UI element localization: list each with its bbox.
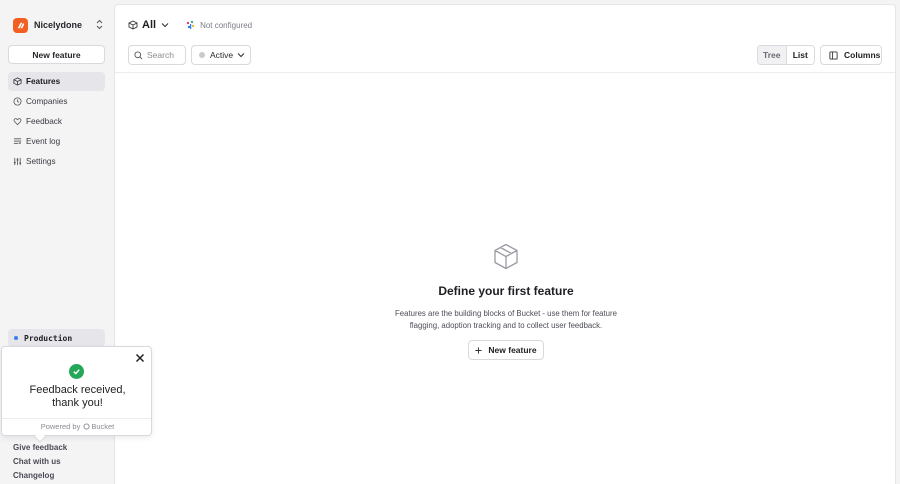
- list-icon: [13, 138, 22, 145]
- integration-icon: [186, 20, 195, 29]
- feedback-popup: Feedback received, thank you! Powered by…: [1, 346, 153, 443]
- new-feature-button[interactable]: New feature: [8, 45, 105, 64]
- chevron-updown-icon: [96, 19, 103, 30]
- bucket-logo-icon: [83, 423, 90, 430]
- tree-view-button[interactable]: Tree: [758, 46, 787, 64]
- columns-icon: [829, 50, 838, 60]
- org-name: Nicelydone: [34, 20, 83, 30]
- give-feedback-link[interactable]: Give feedback: [13, 441, 67, 455]
- clock-icon: [13, 97, 22, 106]
- search-icon: [134, 50, 143, 59]
- status-filter-label: Active: [210, 50, 234, 60]
- toolbar-divider: [115, 72, 895, 73]
- sidebar-item-feedback[interactable]: Feedback: [8, 112, 105, 131]
- environment-switcher[interactable]: Production: [8, 329, 105, 347]
- sidebar-nav: Features Companies Feedback Event log Se…: [8, 72, 105, 172]
- view-toggle: Tree List: [757, 45, 815, 65]
- status-dot: [199, 52, 205, 58]
- powered-by-brand: Bucket: [91, 422, 115, 431]
- config-status-label: Not configured: [200, 20, 253, 30]
- status-filter[interactable]: Active: [191, 45, 251, 65]
- empty-state: Define your first feature Features are t…: [115, 243, 897, 360]
- sidebar-item-label: Features: [26, 77, 61, 86]
- new-feature-cta-button[interactable]: New feature: [468, 340, 544, 360]
- environment-label: Production: [24, 333, 73, 343]
- search-box[interactable]: [128, 45, 186, 65]
- sidebar-item-label: Event log: [26, 137, 61, 146]
- chevron-down-icon: [161, 23, 169, 28]
- sidebar-item-event-log[interactable]: Event log: [8, 132, 105, 151]
- cube-icon: [128, 20, 138, 30]
- main-panel: All Not configured Active Tree List: [114, 4, 896, 484]
- cube-icon: [494, 243, 518, 270]
- new-feature-cta-label: New feature: [488, 345, 537, 355]
- check-icon: [69, 364, 84, 379]
- empty-state-title: Define your first feature: [438, 284, 574, 298]
- sidebar-item-label: Companies: [26, 97, 68, 106]
- feedback-confirmation-line1: Feedback received,: [29, 384, 126, 396]
- columns-label: Columns: [844, 50, 881, 60]
- sidebar-item-features[interactable]: Features: [8, 72, 105, 91]
- powered-by[interactable]: Powered by Bucket: [2, 422, 153, 431]
- toolbar: Active Tree List Columns: [115, 45, 895, 65]
- powered-by-prefix: Powered by: [40, 422, 81, 431]
- sliders-icon: [13, 157, 22, 166]
- popup-divider: [2, 418, 151, 419]
- environment-dot: [14, 336, 18, 340]
- environment-filter-label: All: [142, 19, 157, 31]
- empty-state-description: Features are the building blocks of Buck…: [395, 309, 617, 330]
- changelog-link[interactable]: Changelog: [13, 469, 67, 483]
- feedback-confirmation: Feedback received, thank you!: [2, 384, 153, 410]
- footer-links: Give feedback Chat with us Changelog: [13, 441, 67, 483]
- org-switcher[interactable]: Nicelydone: [13, 17, 103, 33]
- heart-icon: [13, 118, 22, 126]
- plus-icon: [475, 346, 482, 354]
- list-view-button[interactable]: List: [786, 46, 814, 64]
- search-input[interactable]: [147, 50, 185, 60]
- close-icon[interactable]: [134, 352, 146, 364]
- config-status[interactable]: Not configured: [186, 20, 252, 30]
- chevron-down-icon: [237, 53, 245, 58]
- feedback-confirmation-line2: thank you!: [52, 397, 103, 409]
- sidebar-item-settings[interactable]: Settings: [8, 152, 105, 171]
- sidebar-item-label: Settings: [26, 157, 56, 166]
- org-logo: [13, 17, 28, 33]
- chat-link[interactable]: Chat with us: [13, 455, 67, 469]
- environment-filter[interactable]: All: [128, 19, 173, 31]
- sidebar-item-label: Feedback: [26, 117, 62, 126]
- columns-button[interactable]: Columns: [820, 45, 882, 65]
- cube-icon: [13, 77, 22, 86]
- sidebar-item-companies[interactable]: Companies: [8, 92, 105, 111]
- header: All Not configured: [128, 18, 252, 32]
